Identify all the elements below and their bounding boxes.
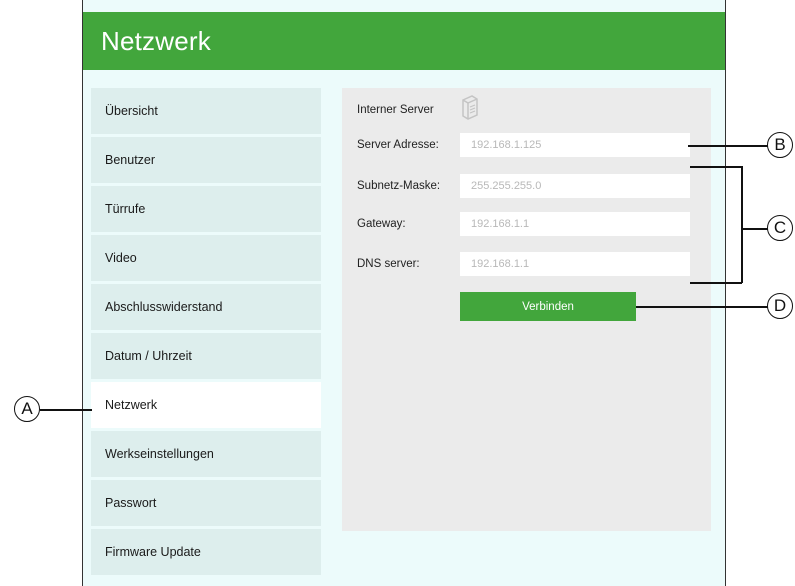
sidebar-item-benutzer[interactable]: Benutzer [91,137,321,183]
sidebar-item-firmware-update[interactable]: Firmware Update [91,529,321,575]
sidebar-item-datum-uhrzeit[interactable]: Datum / Uhrzeit [91,333,321,379]
sidebar-item-uebersicht[interactable]: Übersicht [91,88,321,134]
internal-server-label: Interner Server [357,104,434,116]
sidebar-item-passwort[interactable]: Passwort [91,480,321,526]
app-frame: Netzwerk Übersicht Benutzer Türrufe Vide… [82,0,726,586]
subnet-mask-field[interactable] [460,174,690,198]
sidebar-item-label: Türrufe [105,202,146,216]
callout-d: D [767,293,793,319]
sidebar-item-label: Benutzer [105,153,156,167]
sidebar-item-label: Netzwerk [105,398,158,412]
callout-c-bracket-top [690,166,742,168]
gateway-field[interactable] [460,212,690,236]
callout-c-bracket-vertical [741,166,743,283]
server-document-icon [460,94,480,120]
sidebar-item-tuerrufe[interactable]: Türrufe [91,186,321,232]
sidebar-item-label: Werkseinstellungen [105,447,214,461]
sidebar-item-label: Video [105,251,137,265]
subnet-mask-label: Subnetz-Maske: [357,180,441,192]
sidebar-item-label: Abschlusswiderstand [105,300,223,314]
callout-a: A [14,396,40,422]
callout-b: B [767,132,793,158]
sidebar-item-label: Firmware Update [105,545,201,559]
header-bar: Netzwerk [83,12,725,70]
gateway-label: Gateway: [357,218,406,230]
sidebar: Übersicht Benutzer Türrufe Video Abschlu… [91,88,321,578]
sidebar-item-label: Passwort [105,496,157,510]
connect-button[interactable]: Verbinden [460,292,636,321]
dns-server-field[interactable] [460,252,690,276]
sidebar-item-label: Übersicht [105,104,158,118]
server-address-label: Server Adresse: [357,139,439,151]
sidebar-item-video[interactable]: Video [91,235,321,281]
callout-d-line [636,306,768,308]
network-settings-panel: Interner Server Server Adresse: Subnetz-… [342,88,711,531]
page-title: Netzwerk [101,26,211,56]
callout-b-line [688,145,768,147]
callout-a-line [40,409,92,411]
server-address-field[interactable] [460,133,690,157]
sidebar-item-label: Datum / Uhrzeit [105,349,192,363]
sidebar-item-werkseinstellungen[interactable]: Werkseinstellungen [91,431,321,477]
sidebar-item-abschlusswiderstand[interactable]: Abschlusswiderstand [91,284,321,330]
sidebar-item-netzwerk[interactable]: Netzwerk [91,382,321,428]
dns-server-label: DNS server: [357,258,420,270]
callout-c-bracket-bottom [690,282,742,284]
callout-c-line [742,228,768,230]
callout-c: C [767,215,793,241]
